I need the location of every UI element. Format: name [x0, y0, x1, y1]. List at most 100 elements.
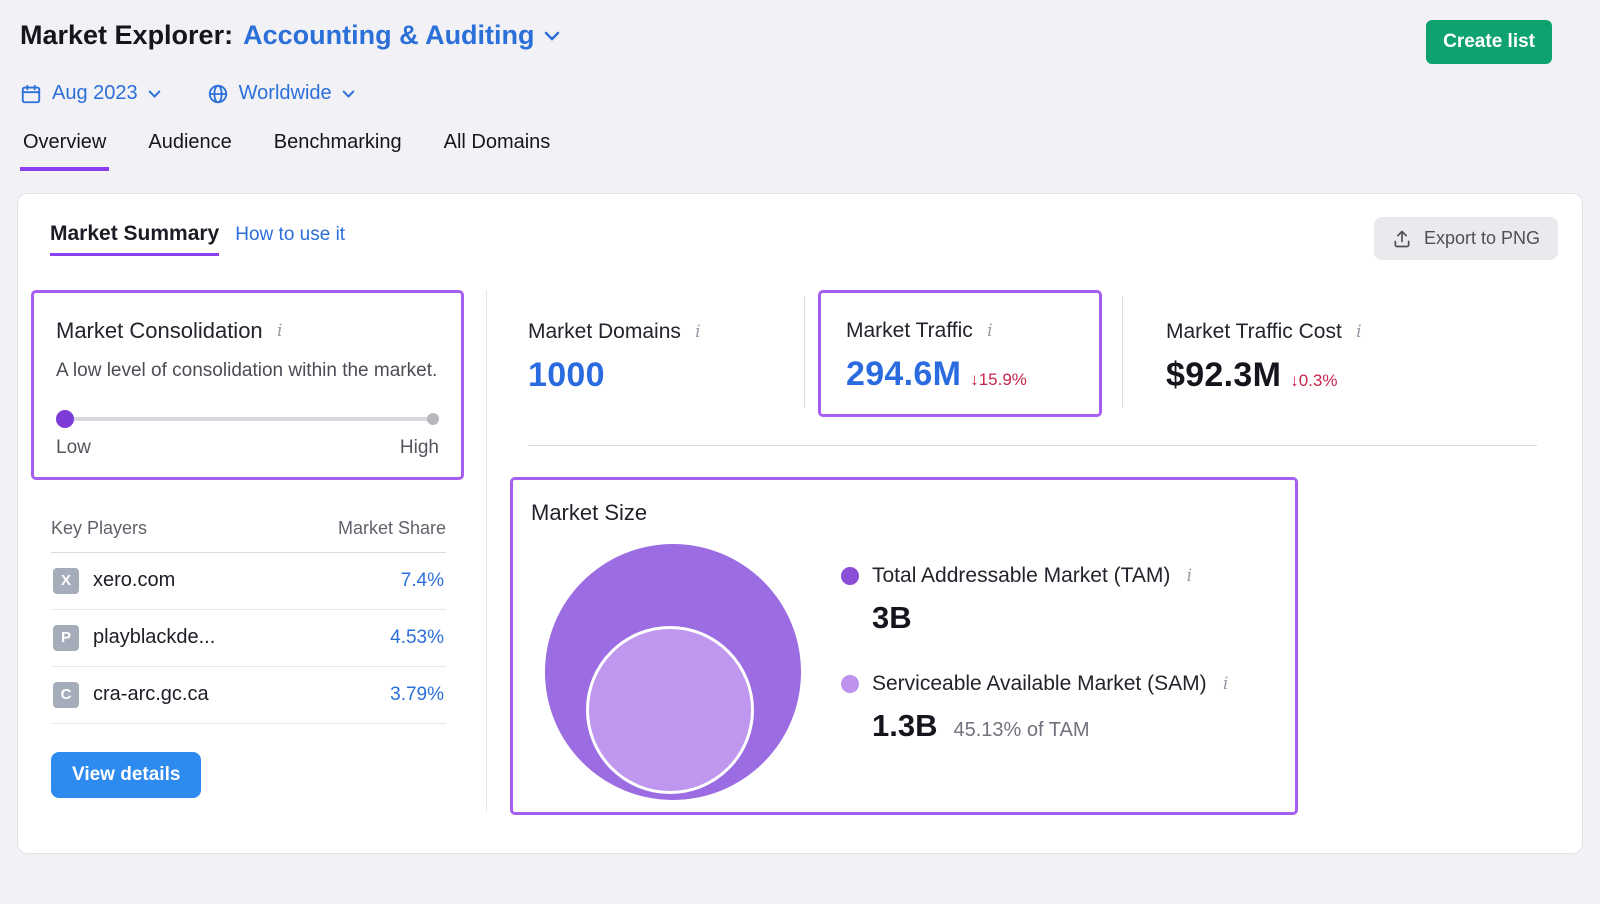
region-filter-label: Worldwide — [238, 82, 332, 104]
consolidation-slider — [56, 409, 439, 428]
metric-label-row: Market Domains — [528, 320, 804, 344]
slider-track — [62, 416, 433, 421]
market-size-legend: Total Addressable Market (TAM) 3B Servic… — [841, 544, 1232, 808]
tam-label: Total Addressable Market (TAM) — [872, 564, 1171, 587]
market-domains-value: 1000 — [528, 356, 605, 394]
how-to-use-link[interactable]: How to use it — [235, 224, 345, 253]
market-consolidation-panel: Market Consolidation A low level of cons… — [31, 290, 464, 480]
market-size-content: Total Addressable Market (TAM) 3B Servic… — [531, 544, 1295, 808]
chevron-down-icon — [544, 31, 559, 41]
globe-icon — [208, 84, 227, 103]
slider-low-dot — [56, 409, 74, 428]
market-size-panel: Market Size Total Addressable Market (TA… — [510, 477, 1298, 815]
tab-audience[interactable]: Audience — [145, 131, 234, 171]
market-traffic-cost-metric: Market Traffic Cost $92.3M ↓0.3% — [1166, 290, 1365, 395]
market-traffic-cost-label: Market Traffic Cost — [1166, 320, 1342, 343]
tam-dot-icon — [841, 567, 859, 585]
market-summary-title: Market Summary — [50, 222, 220, 256]
metric-value-row: 294.6M ↓15.9% — [846, 355, 1079, 394]
consolidation-title-row: Market Consolidation — [56, 318, 439, 344]
page-title: Market Explorer: Accounting & Auditing — [20, 20, 560, 51]
market-share-value: 3.79% — [390, 683, 444, 705]
market-summary-card: Market Summary How to use it Export to P… — [17, 193, 1583, 854]
market-traffic-value: 294.6M — [846, 355, 962, 393]
info-icon[interactable] — [984, 321, 996, 341]
tam-value: 3B — [872, 600, 912, 635]
info-icon[interactable] — [692, 322, 704, 342]
card-body: Market Consolidation A low level of cons… — [18, 260, 1582, 840]
market-domains-label: Market Domains — [528, 320, 681, 343]
chevron-down-icon — [342, 90, 354, 98]
table-row[interactable]: C cra-arc.gc.ca 3.79% — [51, 667, 446, 724]
domain-favicon: C — [53, 681, 79, 708]
tab-all-domains[interactable]: All Domains — [441, 131, 554, 171]
page-header: Market Explorer: Accounting & Auditing C… — [0, 0, 1600, 171]
market-traffic-metric: Market Traffic 294.6M ↓15.9% — [818, 290, 1102, 417]
domain-name: cra-arc.gc.ca — [93, 683, 209, 706]
tab-bar: Overview Audience Benchmarking All Domai… — [20, 131, 1552, 171]
market-selector-label: Accounting & Auditing — [243, 20, 535, 50]
metrics-row: Market Domains 1000 Market Traffic 294.6… — [528, 290, 1537, 417]
sam-percent-of-tam: 45.13% of TAM — [953, 719, 1090, 741]
filters-row: Aug 2023 Worldwide — [20, 82, 1552, 105]
metric-divider — [1122, 296, 1123, 408]
date-filter[interactable]: Aug 2023 — [20, 82, 161, 105]
sam-legend-entry: Serviceable Available Market (SAM) 1.3B … — [841, 672, 1232, 744]
market-size-venn-chart — [531, 544, 815, 808]
create-list-button[interactable]: Create list — [1426, 20, 1552, 64]
right-column: Market Domains 1000 Market Traffic 294.6… — [487, 290, 1582, 840]
table-row[interactable]: P playblackde... 4.53% — [51, 610, 446, 667]
slider-labels: Low High — [56, 437, 439, 459]
market-selector[interactable]: Accounting & Auditing — [243, 20, 559, 51]
domain-name: playblackde... — [93, 626, 216, 649]
legend-label-row: Serviceable Available Market (SAM) — [841, 672, 1232, 696]
date-filter-label: Aug 2023 — [52, 82, 138, 104]
calendar-icon — [21, 84, 41, 103]
tab-benchmarking[interactable]: Benchmarking — [271, 131, 405, 171]
market-traffic-change: ↓15.9% — [970, 370, 1027, 389]
key-players-column-header: Key Players — [51, 517, 148, 538]
slider-low-label: Low — [56, 436, 91, 458]
export-icon — [1394, 230, 1410, 247]
metric-label-row: Market Traffic — [846, 319, 1079, 343]
consolidation-description: A low level of consolidation within the … — [56, 360, 438, 381]
table-row[interactable]: X xero.com 7.4% — [51, 553, 446, 610]
export-png-label: Export to PNG — [1423, 228, 1540, 248]
tam-legend-entry: Total Addressable Market (TAM) 3B — [841, 564, 1232, 636]
export-png-button[interactable]: Export to PNG — [1373, 217, 1558, 260]
info-icon[interactable] — [1183, 566, 1195, 586]
tab-overview[interactable]: Overview — [20, 131, 110, 171]
market-share-column-header: Market Share — [337, 517, 446, 538]
metric-label-row: Market Traffic Cost — [1166, 320, 1365, 344]
consolidation-title: Market Consolidation — [56, 318, 263, 343]
market-size-title: Market Size — [531, 500, 648, 525]
market-traffic-cost-change: ↓0.3% — [1290, 371, 1338, 390]
region-filter[interactable]: Worldwide — [207, 82, 355, 105]
title-row: Market Explorer: Accounting & Auditing C… — [20, 20, 1552, 64]
legend-label-row: Total Addressable Market (TAM) — [841, 564, 1232, 588]
market-share-value: 4.53% — [390, 626, 444, 648]
domain-favicon: X — [53, 567, 79, 594]
info-icon[interactable] — [274, 321, 286, 341]
page-title-prefix: Market Explorer: — [20, 20, 234, 50]
market-share-value: 7.4% — [400, 569, 444, 591]
info-icon[interactable] — [1220, 674, 1232, 694]
metric-divider — [804, 296, 805, 408]
market-domains-metric: Market Domains 1000 — [528, 290, 804, 395]
horizontal-divider — [528, 445, 1537, 446]
sam-value: 1.3B — [872, 708, 938, 743]
legend-value-row: 1.3B 45.13% of TAM — [872, 708, 1232, 744]
sam-label: Serviceable Available Market (SAM) — [872, 672, 1207, 695]
card-header: Market Summary How to use it Export to P… — [18, 194, 1582, 260]
metric-value-row: $92.3M ↓0.3% — [1166, 356, 1365, 395]
key-players-header: Key Players Market Share — [51, 518, 446, 553]
info-icon[interactable] — [1353, 322, 1365, 342]
slider-high-dot — [427, 412, 439, 425]
left-column: Market Consolidation A low level of cons… — [31, 290, 464, 840]
legend-value-row: 3B — [872, 600, 1232, 636]
view-details-button[interactable]: View details — [51, 751, 202, 798]
metric-value-row: 1000 — [528, 356, 804, 395]
key-players-table: Key Players Market Share X xero.com 7.4%… — [51, 518, 446, 724]
domain-favicon: P — [53, 624, 79, 651]
sam-dot-icon — [841, 675, 859, 693]
